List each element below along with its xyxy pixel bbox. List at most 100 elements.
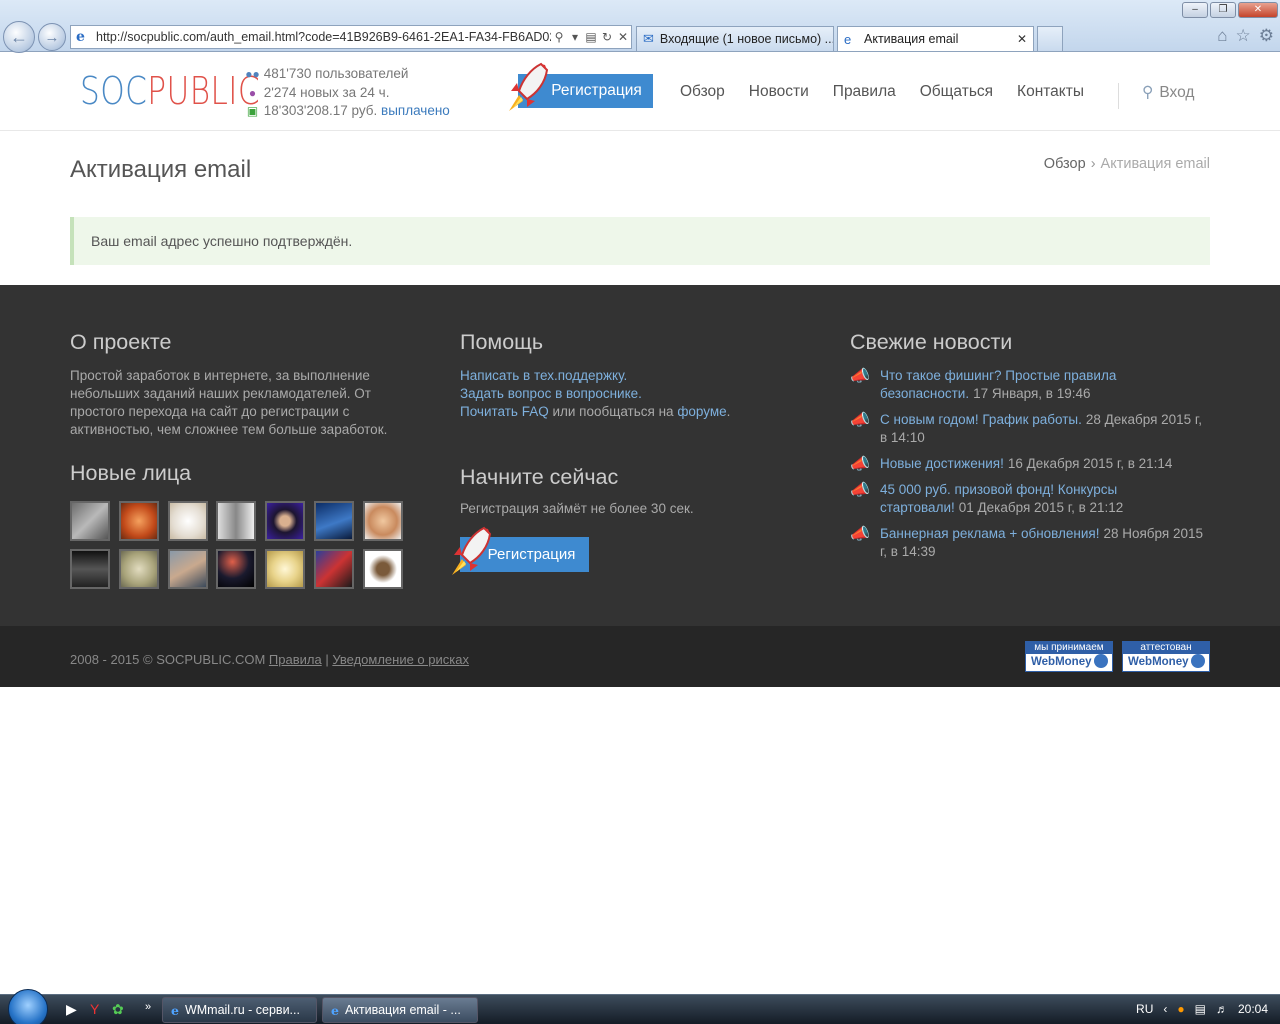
- megaphone-icon: 📣: [850, 482, 870, 499]
- about-title: О проекте: [70, 330, 172, 354]
- menu-item-rules[interactable]: Правила: [833, 83, 896, 101]
- favorites-star-icon[interactable]: ☆: [1236, 26, 1251, 46]
- close-window-button[interactable]: ✕: [1238, 2, 1278, 18]
- avatar[interactable]: [362, 501, 403, 541]
- media-player-icon[interactable]: ▶: [66, 1001, 77, 1018]
- news-section: Свежие новости 📣 Что такое фишинг? Просты…: [850, 330, 1212, 569]
- faces-title: Новые лица: [70, 461, 192, 485]
- stop-icon[interactable]: ✕: [615, 30, 631, 44]
- menu-item-overview[interactable]: Обзор: [680, 83, 725, 101]
- avatar[interactable]: [118, 501, 159, 541]
- megaphone-icon: 📣: [850, 412, 870, 429]
- language-indicator[interactable]: RU: [1136, 1002, 1153, 1016]
- avatar[interactable]: [362, 549, 403, 589]
- volume-icon[interactable]: ♬: [1216, 1002, 1228, 1016]
- yandex-icon[interactable]: Y: [90, 1001, 99, 1017]
- avatar[interactable]: [167, 549, 208, 589]
- risks-link[interactable]: Уведомление о рисках: [332, 652, 469, 667]
- new-tab-button[interactable]: [1037, 26, 1063, 51]
- avatar[interactable]: [70, 549, 110, 589]
- icq-icon[interactable]: ✿: [112, 1001, 124, 1018]
- search-icon[interactable]: ⚲: [551, 30, 567, 44]
- start-text: Регистрация займёт не более 30 сек.: [460, 501, 694, 516]
- avatar[interactable]: [313, 501, 354, 541]
- avatar[interactable]: [118, 549, 159, 589]
- gear-icon[interactable]: ⚙: [1259, 26, 1274, 46]
- news-link[interactable]: Баннерная реклама + обновления!: [880, 526, 1099, 541]
- browser-chrome: ← → e http://socpublic.com/auth_email.ht…: [0, 0, 1280, 53]
- megaphone-icon: 📣: [850, 526, 870, 543]
- system-tray: RU ‹ ● ▤ ♬ 20:04: [1136, 1002, 1268, 1016]
- login-link[interactable]: ⚲ Вход: [1118, 83, 1194, 109]
- avatar[interactable]: [70, 501, 110, 541]
- webmoney-globe-icon: [1190, 654, 1205, 668]
- megaphone-icon: 📣: [850, 368, 870, 385]
- clock[interactable]: 20:04: [1238, 1002, 1268, 1016]
- tab-label: Входящие (1 новое письмо) ...: [659, 32, 834, 46]
- news-link[interactable]: Новые достижения!: [880, 456, 1004, 471]
- avatar[interactable]: [216, 549, 257, 589]
- new-faces-grid: [70, 501, 403, 589]
- start-button[interactable]: [8, 989, 48, 1024]
- news-list: 📣 Что такое фишинг? Простые правила безоп…: [850, 367, 1212, 561]
- news-date: 01 Декабря 2015 г, в 21:12: [958, 500, 1124, 515]
- rocket-icon: [509, 62, 549, 111]
- firefox-icon[interactable]: ●: [1177, 1002, 1184, 1016]
- taskbar-item-wmmail[interactable]: e WMmail.ru - серви...: [162, 997, 317, 1023]
- avatar[interactable]: [216, 501, 257, 541]
- webmoney-accept-badge[interactable]: мы принимаем WebMoney: [1025, 641, 1113, 672]
- restore-button[interactable]: ❐: [1210, 2, 1236, 18]
- address-bar[interactable]: e http://socpublic.com/auth_email.html?c…: [70, 25, 632, 49]
- avatar[interactable]: [167, 501, 208, 541]
- news-link[interactable]: С новым годом! График работы.: [880, 412, 1082, 427]
- webmoney-attested-badge[interactable]: аттестован WebMoney: [1122, 641, 1210, 672]
- user-icon: ●: [248, 85, 257, 100]
- faq-link[interactable]: Почитать FAQ: [460, 404, 549, 419]
- tab-email-activation[interactable]: e Активация email ✕: [837, 26, 1034, 51]
- menu-item-news[interactable]: Новости: [749, 83, 809, 101]
- news-title: Свежие новости: [850, 330, 1013, 354]
- refresh-icon[interactable]: ↻: [599, 30, 615, 44]
- support-link[interactable]: Написать в тех.поддержку.: [460, 368, 627, 383]
- rules-link[interactable]: Правила: [269, 652, 322, 667]
- home-icon[interactable]: ⌂: [1217, 26, 1227, 46]
- paid-link[interactable]: выплачено: [381, 103, 450, 118]
- news-item: 📣 Что такое фишинг? Простые правила безоп…: [850, 367, 1212, 403]
- arrow-right-icon: →: [44, 28, 60, 46]
- money-icon: ▣: [246, 104, 259, 118]
- forward-button[interactable]: →: [38, 23, 66, 51]
- webmoney-globe-icon: [1093, 654, 1108, 668]
- ie-icon: e: [331, 1002, 339, 1018]
- questions-link[interactable]: Задать вопрос в вопроснике.: [460, 386, 642, 401]
- ie-page-icon: e: [76, 29, 85, 45]
- avatar[interactable]: [265, 501, 306, 541]
- mail-icon: ✉: [643, 31, 654, 46]
- dropdown-icon[interactable]: ▾: [567, 30, 583, 44]
- about-text: Простой заработок в интернете, за выполн…: [70, 368, 388, 437]
- forum-link[interactable]: форуме: [677, 404, 726, 419]
- avatar[interactable]: [313, 549, 354, 589]
- close-tab-icon[interactable]: ✕: [1017, 32, 1027, 46]
- avatar[interactable]: [265, 549, 306, 589]
- menu-item-contacts[interactable]: Контакты: [1017, 83, 1084, 101]
- menu-item-chat[interactable]: Общаться: [920, 83, 993, 101]
- network-icon[interactable]: ▤: [1195, 1002, 1206, 1016]
- site-stats: ●● 481'730 пользователей ● 2'274 новых з…: [245, 65, 450, 121]
- news-item: 📣 Новые достижения! 16 Декабря 2015 г, в 2…: [850, 455, 1212, 473]
- back-button[interactable]: ←: [3, 21, 35, 53]
- page-title: Активация email: [70, 156, 252, 183]
- users-stat: ●● 481'730 пользователей: [245, 65, 450, 84]
- tab-inbox[interactable]: ✉ Входящие (1 новое письмо) ...: [636, 26, 834, 51]
- taskbar-item-activation[interactable]: e Активация email - ...: [322, 997, 478, 1023]
- chevron-right-icon: ›: [1090, 156, 1096, 172]
- ie-page-icon: e: [844, 31, 852, 47]
- news-date: 16 Декабря 2015 г, в 21:14: [1007, 456, 1173, 471]
- site-logo[interactable]: SOCPUBLIC: [80, 69, 260, 113]
- minimize-button[interactable]: –: [1182, 2, 1208, 18]
- breadcrumb-home[interactable]: Обзор: [1044, 156, 1086, 172]
- more-icon[interactable]: »: [145, 1001, 151, 1013]
- compat-view-icon[interactable]: ▤: [583, 30, 599, 44]
- chevron-left-icon[interactable]: ‹: [1163, 1002, 1167, 1016]
- address-url[interactable]: http://socpublic.com/auth_email.html?cod…: [96, 30, 551, 44]
- news-item: 📣 С новым годом! График работы. 28 Декабря…: [850, 411, 1212, 447]
